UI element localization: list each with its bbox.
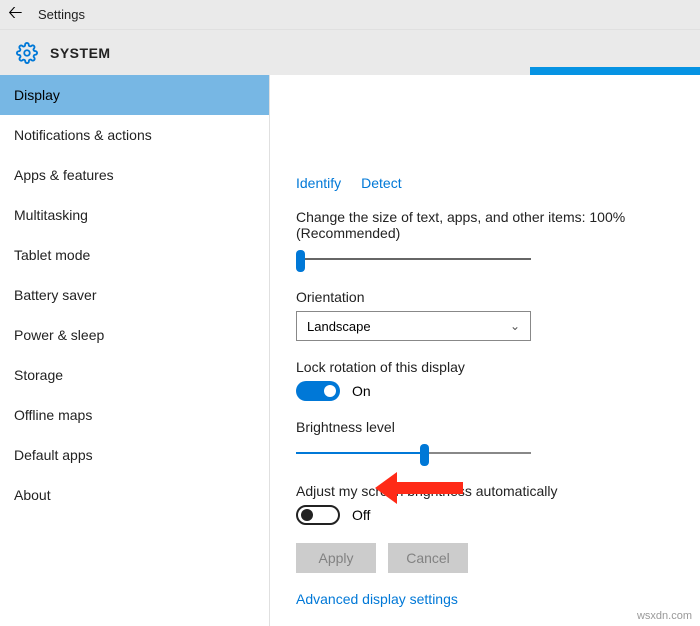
brightness-slider[interactable]: [296, 441, 531, 465]
lock-rotation-label: Lock rotation of this display: [296, 359, 674, 375]
slider-thumb[interactable]: [420, 444, 429, 466]
sidebar-item-about[interactable]: About: [0, 475, 269, 515]
lock-rotation-value: On: [352, 383, 371, 399]
sidebar-item-notifications[interactable]: Notifications & actions: [0, 115, 269, 155]
sidebar-item-multitasking[interactable]: Multitasking: [0, 195, 269, 235]
identify-link[interactable]: Identify: [296, 175, 341, 191]
auto-brightness-value: Off: [352, 507, 370, 523]
orientation-select[interactable]: Landscape ⌄: [296, 311, 531, 341]
auto-brightness-label: Adjust my screen brightness automaticall…: [296, 483, 674, 499]
text-size-label: Change the size of text, apps, and other…: [296, 209, 674, 241]
sidebar-item-display[interactable]: Display: [0, 75, 269, 115]
title-bar: 🡠 Settings: [0, 0, 700, 30]
back-button[interactable]: 🡠: [8, 0, 38, 30]
auto-brightness-toggle[interactable]: [296, 505, 340, 525]
orientation-value: Landscape: [307, 319, 371, 334]
sidebar-item-storage[interactable]: Storage: [0, 355, 269, 395]
slider-thumb[interactable]: [296, 250, 305, 272]
sidebar-item-maps[interactable]: Offline maps: [0, 395, 269, 435]
sidebar-item-power[interactable]: Power & sleep: [0, 315, 269, 355]
apply-button[interactable]: Apply: [296, 543, 376, 573]
lock-rotation-toggle[interactable]: [296, 381, 340, 401]
cancel-button[interactable]: Cancel: [388, 543, 468, 573]
content-pane: Identify Detect Change the size of text,…: [270, 75, 700, 626]
sidebar-item-default-apps[interactable]: Default apps: [0, 435, 269, 475]
accent-bar: [530, 67, 700, 75]
window-title: Settings: [38, 7, 85, 22]
sidebar-item-apps[interactable]: Apps & features: [0, 155, 269, 195]
text-size-slider[interactable]: [296, 247, 531, 271]
gear-icon: [16, 42, 38, 64]
sidebar-item-battery[interactable]: Battery saver: [0, 275, 269, 315]
orientation-label: Orientation: [296, 289, 674, 305]
sidebar: Display Notifications & actions Apps & f…: [0, 75, 270, 626]
advanced-link[interactable]: Advanced display settings: [296, 591, 674, 607]
detect-link[interactable]: Detect: [361, 175, 401, 191]
brightness-label: Brightness level: [296, 419, 674, 435]
chevron-down-icon: ⌄: [510, 319, 520, 333]
category-label: SYSTEM: [50, 45, 111, 61]
sidebar-item-tablet[interactable]: Tablet mode: [0, 235, 269, 275]
watermark: wsxdn.com: [637, 610, 692, 622]
